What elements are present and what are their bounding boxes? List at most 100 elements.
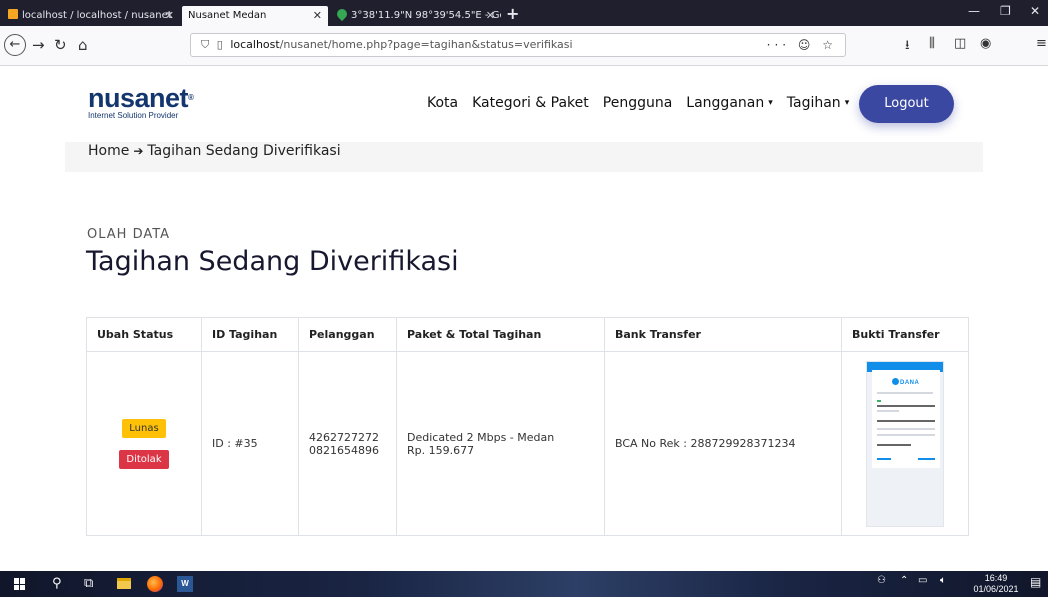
account-icon[interactable]: ◉ <box>980 36 991 51</box>
package-total: Rp. 159.677 <box>407 443 475 457</box>
logout-button[interactable]: Logout <box>859 85 954 123</box>
page-actions-icon[interactable]: ··· ☺ ☆ <box>767 34 837 56</box>
tab-nusanet-medan[interactable]: Nusanet Medan ✕ <box>182 6 328 26</box>
browser-toolbar: ← → ↻ ⌂ ⛉ ▯ localhost/nusanet/home.php?p… <box>0 26 1048 66</box>
windows-taskbar: ⚲ ⧉ W ⚇ ⌃ ▭ 🔈︎ 16:49 01/06/2021 ▤ <box>0 571 1048 597</box>
maps-pin-icon <box>334 6 350 22</box>
table-header-row: Ubah Status ID Tagihan Pelanggan Paket &… <box>86 317 969 352</box>
ditolak-button[interactable]: Ditolak <box>119 449 169 469</box>
close-tab-icon[interactable]: ✕ <box>313 6 322 26</box>
receipt-line <box>877 457 891 460</box>
lunas-button[interactable]: Lunas <box>122 418 166 438</box>
task-view-icon[interactable]: ⧉ <box>84 576 93 591</box>
menu-label: Tagihan <box>786 95 841 111</box>
status-cell: Lunas Ditolak <box>86 351 202 536</box>
dana-mark-icon <box>892 377 899 385</box>
receipt-line <box>877 443 911 446</box>
menu-item-tagihan[interactable]: Tagihan ▾ <box>787 95 849 111</box>
menu-label: Langganan <box>686 95 765 111</box>
address-bar[interactable]: ⛉ ▯ localhost/nusanet/home.php?page=tagi… <box>190 33 846 57</box>
people-icon[interactable]: ⚇ <box>877 575 886 586</box>
search-icon[interactable]: ⚲ <box>52 576 62 591</box>
logo-text: nusanet <box>88 83 189 113</box>
close-tab-icon[interactable]: ✕ <box>486 6 495 26</box>
tray-chevron-icon[interactable]: ⌃ <box>900 575 908 586</box>
volume-icon[interactable]: 🔈︎ <box>940 575 946 586</box>
tab-label: localhost / localhost / nusanet <box>22 10 172 21</box>
menu-label: Pengguna <box>602 95 673 111</box>
receipt-line <box>877 409 899 412</box>
tab-phpmyadmin[interactable]: localhost / localhost / nusanet ✕ <box>2 6 180 26</box>
new-tab-button[interactable]: + <box>506 4 519 23</box>
receipt-line <box>918 457 935 460</box>
close-window-icon[interactable]: ✕ <box>1030 4 1040 18</box>
receipt-paper: DANA <box>872 369 940 468</box>
package-name: Dedicated 2 Mbps - Medan <box>407 430 555 444</box>
library-icon[interactable]: ⫼ <box>929 36 935 51</box>
receipt-check-mark <box>877 399 881 402</box>
menu-label: Kota <box>427 95 459 111</box>
forward-arrow-icon[interactable]: → <box>32 33 45 57</box>
site-header: nusanet® Internet Solution Provider Kota… <box>0 67 1048 142</box>
tab-label: 3°38'11.9"N 98°39'54.5"E - Goo <box>351 10 501 21</box>
menu-item-kota[interactable]: Kota <box>427 95 458 111</box>
page-icon: ▯ <box>216 38 223 51</box>
package-cell: Dedicated 2 Mbps - Medan Rp. 159.677 <box>396 351 605 536</box>
menu-label: Kategori & Paket <box>472 95 589 111</box>
menu-item-langganan[interactable]: Langganan ▾ <box>686 95 772 111</box>
section-eyebrow: OLAH DATA <box>87 227 171 242</box>
minimize-icon[interactable]: — <box>968 4 980 18</box>
shield-icon: ⛉ <box>201 38 210 51</box>
receipt-line <box>877 433 935 436</box>
transfer-receipt-thumbnail[interactable]: DANA <box>866 360 944 527</box>
tab-label: Nusanet Medan <box>188 10 267 21</box>
menu-item-pengguna[interactable]: Pengguna <box>603 95 673 111</box>
back-arrow-icon[interactable]: ← <box>4 34 26 56</box>
download-icon[interactable]: ⭳ <box>905 36 910 58</box>
logo-tagline: Internet Solution Provider <box>88 111 179 120</box>
breadcrumb: Home ➔ Tagihan Sedang Diverifikasi <box>65 142 983 172</box>
receipt-line <box>877 419 935 422</box>
receipt-line <box>877 391 933 394</box>
table-header: ID Tagihan <box>201 317 299 352</box>
sidebar-icon[interactable]: ◫ <box>954 36 966 51</box>
firefox-icon[interactable] <box>147 576 163 592</box>
phpmyadmin-favicon-icon <box>8 9 18 19</box>
arrow-right-icon: ➔ <box>133 144 144 158</box>
receipt-line <box>877 404 935 407</box>
url-host: localhost <box>230 38 280 51</box>
menu-item-kategori-paket[interactable]: Kategori & Paket <box>472 95 589 111</box>
transfer-proof-cell: DANA <box>841 351 969 536</box>
reload-icon[interactable]: ↻ <box>54 33 67 57</box>
table-header: Bank Transfer <box>604 317 842 352</box>
close-tab-icon[interactable]: ✕ <box>165 6 174 26</box>
windows-start-icon[interactable] <box>14 578 26 590</box>
taskbar-clock[interactable]: 16:49 01/06/2021 <box>971 573 1021 595</box>
table-row: Lunas Ditolak ID : #35 4262727272 082165… <box>86 351 969 536</box>
browser-tab-strip: localhost / localhost / nusanet ✕ Nusane… <box>0 0 1048 26</box>
dana-logo: DANA <box>892 377 920 386</box>
home-icon[interactable]: ⌂ <box>78 33 88 57</box>
main-menu: Kota Kategori & Paket Pengguna Langganan… <box>427 95 849 111</box>
table-header: Paket & Total Tagihan <box>396 317 605 352</box>
clock-time: 16:49 <box>984 573 1008 583</box>
battery-icon[interactable]: ▭ <box>918 575 927 586</box>
tab-google-maps[interactable]: 3°38'11.9"N 98°39'54.5"E - Goo ✕ <box>331 6 501 26</box>
breadcrumb-current: Tagihan Sedang Diverifikasi <box>147 143 341 159</box>
caret-down-icon: ▾ <box>844 98 850 108</box>
menu-icon[interactable]: ≡ <box>1036 36 1047 51</box>
restore-icon[interactable]: ❐ <box>1000 4 1011 18</box>
page-title: Tagihan Sedang Diverifikasi <box>86 246 459 277</box>
clock-date: 01/06/2021 <box>973 584 1019 594</box>
caret-down-icon: ▾ <box>768 98 773 108</box>
customer-phone: 0821654896 <box>309 443 379 457</box>
verification-table: Ubah Status ID Tagihan Pelanggan Paket &… <box>86 317 969 536</box>
nusanet-logo[interactable]: nusanet® Internet Solution Provider <box>88 83 194 121</box>
word-icon[interactable]: W <box>177 576 193 592</box>
dana-logo-text: DANA <box>900 379 920 386</box>
url-path: /nusanet/home.php?page=tagihan&status=ve… <box>279 38 573 51</box>
breadcrumb-home-link[interactable]: Home <box>88 143 129 159</box>
file-explorer-icon[interactable] <box>117 578 131 589</box>
customer-id: 4262727272 <box>309 430 379 444</box>
notifications-icon[interactable]: ▤ <box>1030 575 1041 589</box>
